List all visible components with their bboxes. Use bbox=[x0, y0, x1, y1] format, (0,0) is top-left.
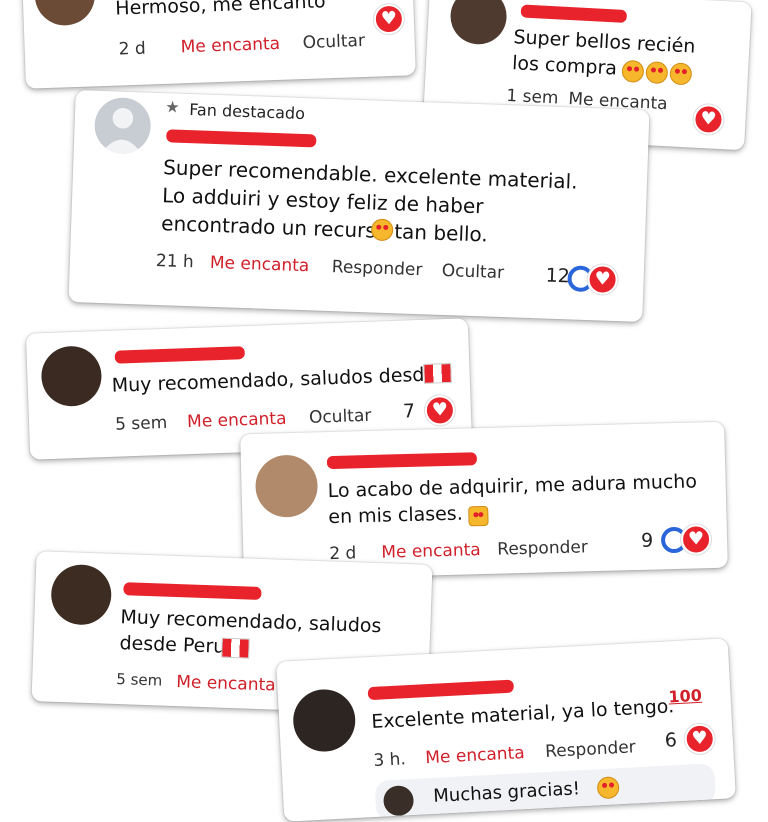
redacted-name bbox=[520, 4, 628, 24]
hide-button[interactable]: Ocultar bbox=[309, 406, 372, 428]
avatar[interactable] bbox=[254, 454, 319, 518]
avatar[interactable] bbox=[382, 784, 415, 817]
hide-button[interactable]: Ocultar bbox=[441, 261, 504, 283]
love-button[interactable]: Me encanta bbox=[381, 540, 481, 563]
comment-text: Excelente material, ya lo tengo. bbox=[370, 695, 675, 734]
fan-badge: Fan destacado bbox=[188, 100, 306, 124]
reaction-count: 9 bbox=[640, 529, 654, 552]
avatar[interactable] bbox=[50, 563, 113, 626]
hide-button[interactable]: Ocultar bbox=[302, 31, 365, 53]
comment-card: Hermoso, me encanto 2 d Me encanta Ocult… bbox=[22, 0, 416, 89]
comment-meta: 2 d Me encanta Ocultar bbox=[118, 29, 409, 63]
avatar[interactable] bbox=[40, 345, 103, 408]
redacted-name bbox=[123, 582, 262, 600]
peru-flag-icon bbox=[423, 362, 452, 384]
hundred-emoji-icon: 100 bbox=[667, 685, 703, 707]
timestamp: 21 h bbox=[155, 250, 195, 273]
reaction-count: 6 bbox=[664, 729, 678, 752]
reply-preview-text: Muchas gracias! bbox=[432, 778, 581, 807]
redacted-name bbox=[326, 452, 478, 470]
love-button[interactable]: Me encanta bbox=[210, 253, 310, 276]
smile-emoji-icon bbox=[596, 776, 620, 800]
heart-reaction-icon[interactable] bbox=[587, 264, 619, 296]
heart-reaction-icon[interactable] bbox=[683, 723, 716, 755]
heart-reaction-icon[interactable] bbox=[680, 524, 712, 555]
love-button[interactable]: Me encanta bbox=[425, 743, 525, 768]
comment-text: Hermoso, me encanto bbox=[114, 0, 326, 20]
timestamp: 3 h. bbox=[372, 749, 407, 771]
avatar[interactable] bbox=[291, 687, 357, 754]
reply-button[interactable]: Responder bbox=[545, 737, 637, 762]
default-avatar-icon[interactable] bbox=[93, 96, 152, 155]
heart-reaction-icon[interactable] bbox=[373, 3, 405, 35]
love-button[interactable]: Me encanta bbox=[176, 672, 276, 695]
love-button[interactable]: Me encanta bbox=[180, 34, 280, 57]
comment-card: Lo acabo de adquirir, me adura mucho en … bbox=[240, 421, 728, 581]
comment-text: Muy recomendado, saludos desde bbox=[111, 363, 437, 397]
reply-button[interactable]: Responder bbox=[497, 537, 588, 559]
comment-card: ★ Fan destacado Super recomendable. exce… bbox=[68, 90, 650, 322]
reply-button[interactable]: Responder bbox=[332, 257, 423, 280]
comment-card: Excelente material, ya lo tengo. 100 3 h… bbox=[276, 638, 736, 822]
comment-meta: 21 h Me encanta Responder Ocultar bbox=[155, 251, 546, 289]
avatar[interactable] bbox=[33, 0, 96, 27]
redacted-name bbox=[114, 346, 245, 364]
comment-text: Lo acabo de adquirir, me adura mucho en … bbox=[327, 470, 698, 529]
star-icon: ★ bbox=[165, 97, 181, 117]
peru-flag-icon bbox=[221, 637, 250, 659]
reaction-count: 7 bbox=[402, 400, 416, 423]
pointing-hand-emoji-icon bbox=[468, 505, 489, 527]
redacted-name bbox=[367, 679, 515, 701]
heart-reaction-icon[interactable] bbox=[424, 394, 456, 426]
timestamp: 5 sem bbox=[116, 669, 163, 690]
avatar[interactable] bbox=[449, 0, 508, 46]
heart-reaction-icon[interactable] bbox=[692, 103, 725, 136]
timestamp: 5 sem bbox=[114, 412, 168, 435]
timestamp: 2 d bbox=[118, 38, 147, 60]
love-button[interactable]: Me encanta bbox=[187, 409, 287, 432]
comment-text: Muy recomendado, saludos desde Peru bbox=[119, 606, 382, 658]
reaction-count: 12 bbox=[545, 264, 571, 288]
redacted-name bbox=[166, 129, 317, 148]
